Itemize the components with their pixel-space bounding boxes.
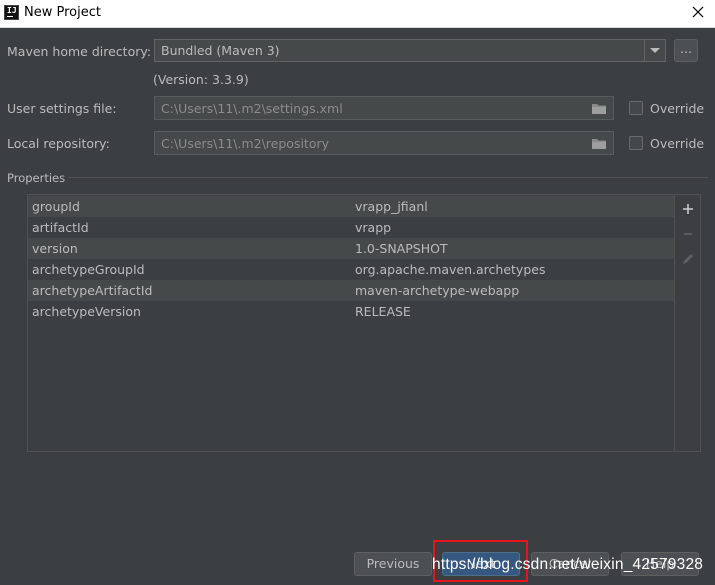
previous-button[interactable]: Previous xyxy=(354,552,432,576)
override-settings-label: Override xyxy=(650,101,705,116)
intellij-app-icon: IJ xyxy=(4,5,19,20)
section-divider xyxy=(68,177,708,178)
edit-icon[interactable] xyxy=(680,251,696,267)
user-settings-label: User settings file: xyxy=(7,101,117,116)
property-value[interactable]: 1.0-SNAPSHOT xyxy=(355,241,448,256)
maven-home-label: Maven home directory: xyxy=(7,44,152,59)
chevron-down-icon[interactable] xyxy=(644,40,665,61)
table-row[interactable]: groupId vrapp_jfianl xyxy=(28,196,674,217)
override-settings-checkbox[interactable] xyxy=(629,101,643,115)
property-key: archetypeArtifactId xyxy=(32,283,153,298)
local-repo-value: C:\Users\11\.m2\repository xyxy=(161,136,330,151)
local-repo-field[interactable]: C:\Users\11\.m2\repository xyxy=(154,131,614,155)
user-settings-field[interactable]: C:\Users\11\.m2\settings.xml xyxy=(154,96,614,120)
table-row[interactable]: artifactId vrapp xyxy=(28,217,674,238)
property-value[interactable]: RELEASE xyxy=(355,304,411,319)
table-row[interactable]: archetypeGroupId org.apache.maven.archet… xyxy=(28,259,674,280)
override-repo-label: Override xyxy=(650,136,705,151)
property-key: version xyxy=(32,241,78,256)
close-icon xyxy=(692,6,704,18)
property-value[interactable]: vrapp_jfianl xyxy=(355,199,428,214)
property-key: artifactId xyxy=(32,220,89,235)
window-title: New Project xyxy=(24,5,101,20)
table-row[interactable]: version 1.0-SNAPSHOT xyxy=(28,238,674,259)
folder-icon[interactable] xyxy=(591,102,607,115)
override-repo-checkbox[interactable] xyxy=(629,136,643,150)
title-bar: IJ New Project xyxy=(0,0,715,28)
properties-table[interactable]: groupId vrapp_jfianl artifactId vrapp ve… xyxy=(27,194,675,452)
local-repo-label: Local repository: xyxy=(7,136,110,151)
user-settings-value: C:\Users\11\.m2\settings.xml xyxy=(161,101,343,116)
watermark-text: https://blog.csdn.net/weixin_42579328 xyxy=(432,556,704,573)
properties-toolbar xyxy=(675,194,701,452)
app-icon-text: IJ xyxy=(7,6,17,15)
property-value[interactable]: org.apache.maven.archetypes xyxy=(355,262,545,277)
property-key: groupId xyxy=(32,199,80,214)
maven-home-combo[interactable]: Bundled (Maven 3) xyxy=(154,39,666,62)
properties-section-title: Properties xyxy=(7,171,66,185)
folder-icon[interactable] xyxy=(591,137,607,150)
property-key: archetypeGroupId xyxy=(32,262,145,277)
remove-icon[interactable] xyxy=(680,226,696,242)
maven-version-text: (Version: 3.3.9) xyxy=(153,72,249,87)
property-key: archetypeVersion xyxy=(32,304,141,319)
table-row[interactable]: archetypeArtifactId maven-archetype-weba… xyxy=(28,280,674,301)
property-value[interactable]: maven-archetype-webapp xyxy=(355,283,519,298)
maven-home-value: Bundled (Maven 3) xyxy=(161,43,280,58)
close-button[interactable] xyxy=(689,3,707,21)
table-row[interactable]: archetypeVersion RELEASE xyxy=(28,301,674,322)
property-value[interactable]: vrapp xyxy=(355,220,391,235)
add-icon[interactable] xyxy=(680,201,696,217)
browse-maven-home-button[interactable]: ... xyxy=(674,39,698,62)
